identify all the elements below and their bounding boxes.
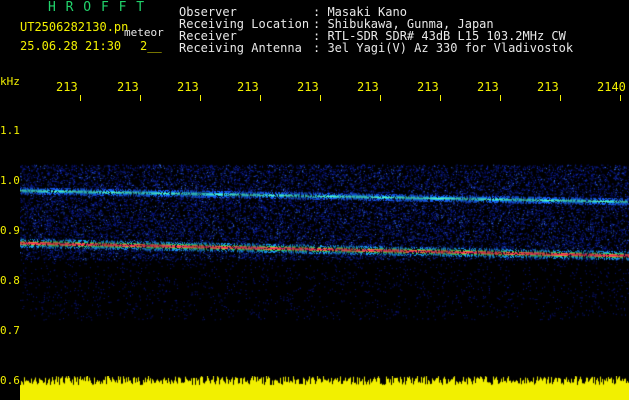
x-tick-label: 213 [297, 80, 319, 94]
y-tick-label: 0.7 [0, 324, 20, 337]
date-time-label: 25.06.28 21:30 [20, 39, 122, 53]
spectrogram-canvas [20, 101, 629, 376]
y-axis-unit: kHz [0, 75, 20, 88]
x-tick-label: 213 [177, 80, 199, 94]
x-tick-label: 213 [537, 80, 559, 94]
y-tick-label: 1.1 [0, 124, 20, 137]
antenna-value: : 3el Yagi(V) Az 330 for Vladivostok [313, 41, 574, 55]
y-tick-label: 0.9 [0, 224, 20, 237]
meteor-count: 2__ [140, 39, 162, 53]
noise-level-band [20, 376, 629, 400]
antenna-label: Receiving Antenna [179, 41, 302, 55]
x-tick-label: 213 [417, 80, 439, 94]
x-tick-label: 213 [117, 80, 139, 94]
y-tick-label: 1.0 [0, 174, 20, 187]
x-tick-label: 213 [357, 80, 379, 94]
x-tick-label: 213 [56, 80, 78, 94]
app-title: H R O F F T [48, 0, 146, 15]
meteor-label: meteor [124, 26, 164, 39]
filename-label: UT2506282130.pn [20, 20, 129, 34]
spectrogram-plot [20, 101, 629, 376]
x-tick-label: 2140 [597, 80, 626, 94]
x-tick-label: 213 [477, 80, 499, 94]
x-tick-label: 213 [237, 80, 259, 94]
y-tick-label: 0.6 [0, 374, 20, 387]
hrofft-screen: H R O F F T UT2506282130.pn meteor 25.06… [0, 0, 629, 400]
y-tick-label: 0.8 [0, 274, 20, 287]
